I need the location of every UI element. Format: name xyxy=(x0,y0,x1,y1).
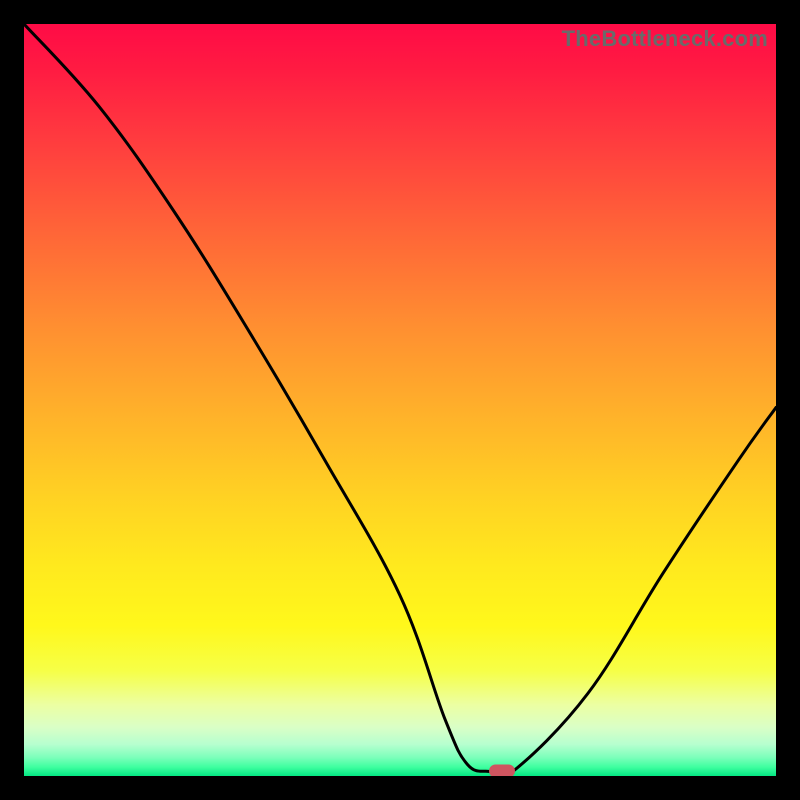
optimal-marker xyxy=(489,765,515,776)
gradient-plot xyxy=(24,24,776,776)
plot-area: TheBottleneck.com xyxy=(24,24,776,776)
watermark-text: TheBottleneck.com xyxy=(562,26,768,52)
chart-frame: TheBottleneck.com xyxy=(0,0,800,800)
gradient-background xyxy=(24,24,776,776)
